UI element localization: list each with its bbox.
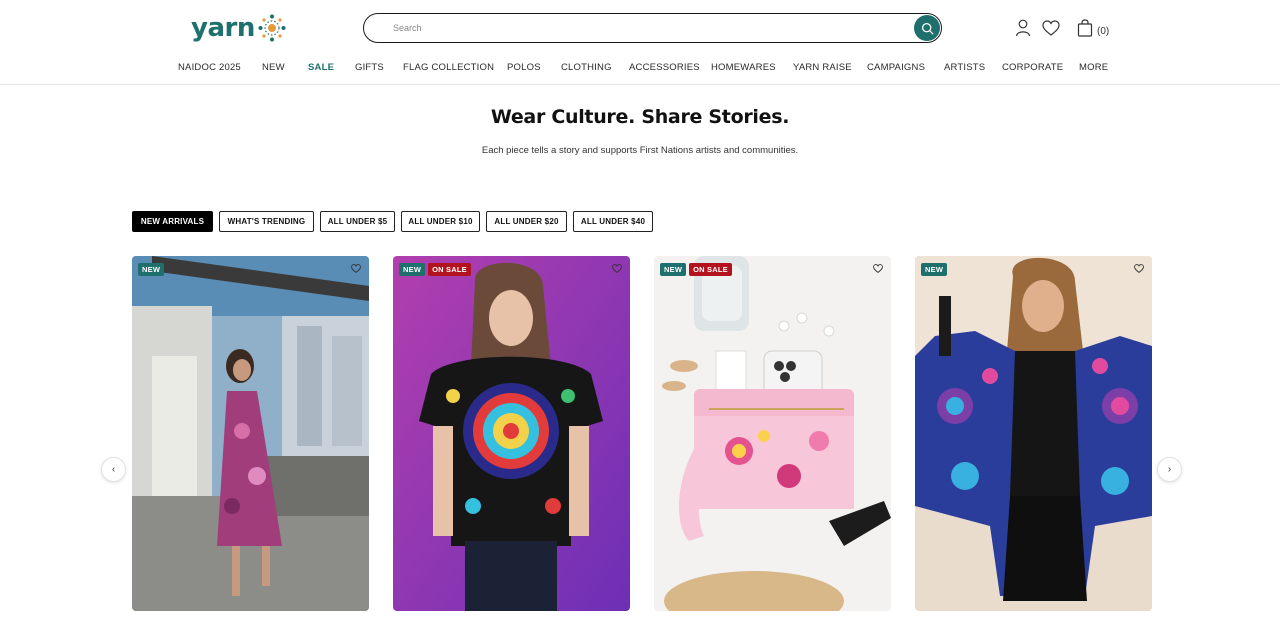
filter-all-under-20[interactable]: ALL UNDER $20: [486, 211, 567, 232]
product-card[interactable]: NEW: [915, 256, 1152, 611]
wishlist-button[interactable]: [1041, 18, 1061, 38]
filter-all-under-10[interactable]: ALL UNDER $10: [401, 211, 480, 232]
nav-item-artists[interactable]: ARTISTS: [944, 62, 985, 73]
wishlist-toggle[interactable]: [871, 261, 885, 275]
product-image: [132, 256, 369, 611]
nav-item-clothing[interactable]: CLOTHING: [561, 62, 612, 73]
yarn-logo[interactable]: yarn: [191, 12, 287, 44]
search-button[interactable]: [914, 15, 940, 41]
search-icon: [921, 22, 933, 34]
wishlist-toggle[interactable]: [1132, 261, 1146, 275]
nav-item-polos[interactable]: POLOS: [507, 62, 541, 73]
chevron-right-icon: ›: [1167, 464, 1172, 475]
product-card[interactable]: NEW ON SALE: [393, 256, 630, 611]
new-badge: NEW: [660, 263, 687, 276]
nav-item-accessories[interactable]: ACCESSORIES: [629, 62, 700, 73]
cart-count: (0): [1097, 25, 1110, 37]
cart-button[interactable]: [1075, 18, 1095, 38]
badge-group: NEW: [921, 263, 950, 276]
logo-dot-icon: [258, 14, 286, 42]
chevron-left-icon: ‹: [111, 464, 116, 475]
badge-group: NEW ON SALE: [660, 263, 735, 276]
nav-item-gifts[interactable]: GIFTS: [355, 62, 384, 73]
nav-item-sale[interactable]: SALE: [308, 62, 334, 73]
nav-item-naidoc-2025[interactable]: NAIDOC 2025: [178, 62, 241, 73]
header-actions: (0): [1013, 16, 1109, 40]
carousel-prev-button[interactable]: ‹: [101, 457, 126, 482]
product-card[interactable]: NEW: [132, 256, 369, 611]
wishlist-toggle[interactable]: [610, 261, 624, 275]
user-icon: [1015, 19, 1031, 37]
bag-icon: [1077, 19, 1093, 37]
nav-item-homewares[interactable]: HOMEWARES: [711, 62, 776, 73]
carousel-next-button[interactable]: ›: [1157, 457, 1182, 482]
filter-new-arrivals[interactable]: NEW ARRIVALS: [132, 211, 213, 232]
heart-icon: [1134, 263, 1144, 273]
nav-item-yarn-raise[interactable]: YARN RAISE: [793, 62, 852, 73]
on-sale-badge: ON SALE: [689, 263, 732, 276]
product-image: [654, 256, 891, 611]
filter-all-under-5[interactable]: ALL UNDER $5: [320, 211, 395, 232]
logo-wordmark: yarn: [191, 13, 255, 43]
new-badge: NEW: [138, 263, 165, 276]
search-input[interactable]: [378, 14, 908, 42]
on-sale-badge: ON SALE: [428, 263, 471, 276]
nav-item-campaigns[interactable]: CAMPAIGNS: [867, 62, 925, 73]
hero-subtitle: Each piece tells a story and supports Fi…: [481, 145, 799, 156]
nav-item-flag-collection[interactable]: FLAG COLLECTION: [403, 62, 494, 73]
new-badge: NEW: [921, 263, 948, 276]
heart-icon: [612, 263, 622, 273]
product-image: [393, 256, 630, 611]
hero-title: Wear Culture. Share Stories.: [490, 106, 790, 128]
filter-whats-trending[interactable]: WHAT'S TRENDING: [219, 211, 314, 232]
filter-all-under-40[interactable]: ALL UNDER $40: [573, 211, 653, 232]
product-image: [915, 256, 1152, 611]
new-badge: NEW: [399, 263, 426, 276]
account-button[interactable]: [1013, 18, 1033, 38]
badge-group: NEW: [138, 263, 167, 276]
nav-item-corporate[interactable]: CORPORATE: [1002, 62, 1063, 73]
wishlist-toggle[interactable]: [349, 261, 363, 275]
heart-icon: [1042, 20, 1060, 36]
product-card[interactable]: NEW ON SALE: [654, 256, 891, 611]
search-bar: [363, 13, 942, 43]
heart-icon: [873, 263, 883, 273]
nav-item-new[interactable]: NEW: [262, 62, 285, 73]
nav-item-more[interactable]: MORE: [1079, 62, 1108, 73]
badge-group: NEW ON SALE: [399, 263, 474, 276]
site-header: yarn Search (0) NAIDOC 2025 NEW SALE GIF…: [0, 0, 1280, 85]
heart-icon: [351, 263, 361, 273]
main-nav: NAIDOC 2025 NEW SALE GIFTS FLAG COLLECTI…: [0, 62, 1280, 78]
